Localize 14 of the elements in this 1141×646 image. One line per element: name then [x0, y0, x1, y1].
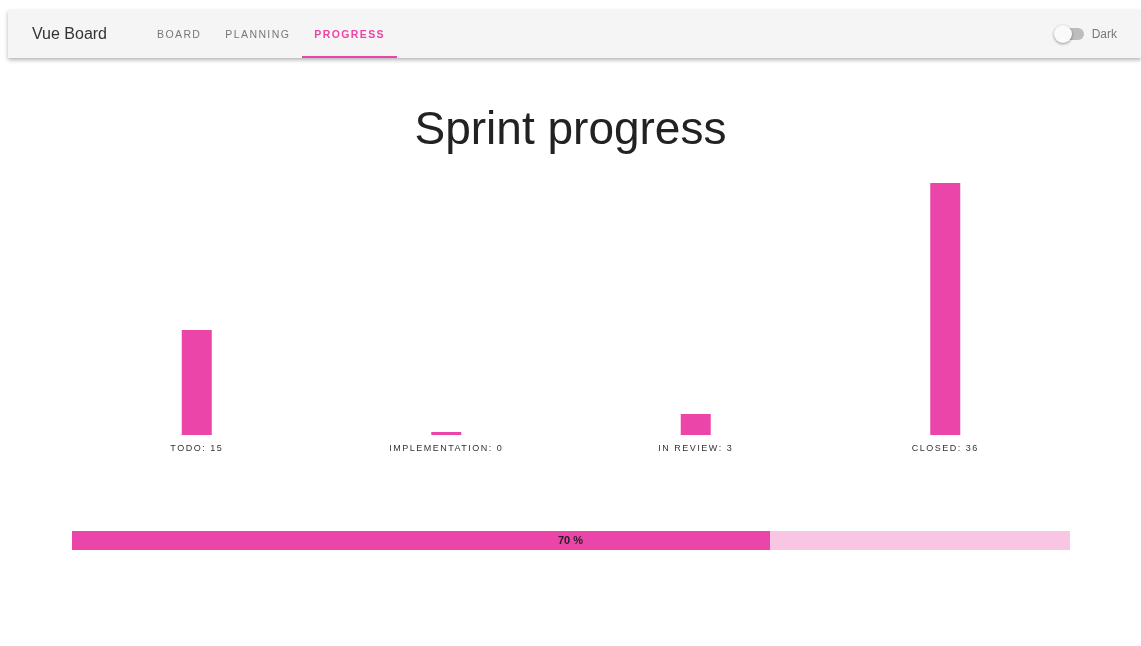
- switch-label: Dark: [1091, 27, 1117, 41]
- dark-mode-switch[interactable]: [1055, 28, 1084, 40]
- nav-tab[interactable]: BOARD: [145, 10, 214, 58]
- bar-label: TODO: 15: [169, 443, 223, 453]
- nav-tab[interactable]: PROGRESS: [302, 10, 397, 58]
- nav-tab[interactable]: PLANNING: [213, 10, 303, 58]
- progress-label: 70 %: [557, 533, 584, 548]
- page-heading: Sprint progress: [413, 101, 728, 156]
- bar: [430, 432, 461, 435]
- app-title: Vue Board: [32, 25, 107, 43]
- bar-label: IMPLEMENTATION: 0: [388, 443, 503, 453]
- bar-label: IN REVIEW: 3: [657, 443, 733, 453]
- bar-label: CLOSED: 36: [911, 443, 979, 453]
- bar: [680, 414, 711, 435]
